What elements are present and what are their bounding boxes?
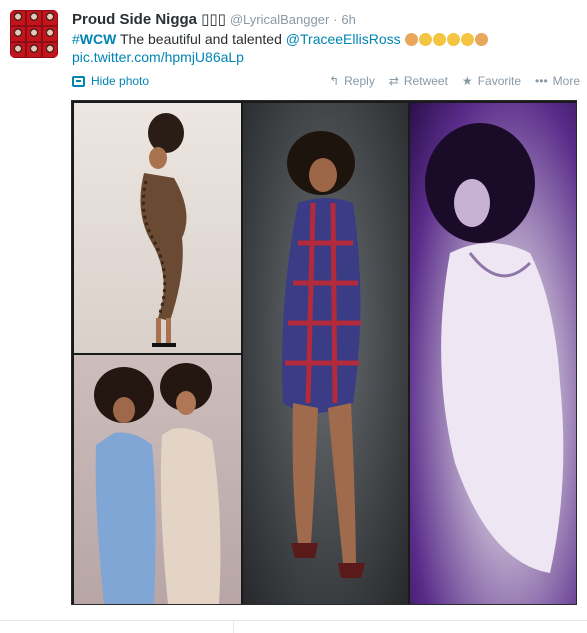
hide-photo-label: Hide photo	[91, 74, 150, 88]
divider-tick	[233, 621, 234, 633]
clap-emoji	[404, 33, 418, 46]
retweet-button[interactable]: ⇄ Retweet	[389, 74, 448, 88]
tweet: Proud Side Nigga ▯▯▯ @LyricalBangger · 6…	[0, 0, 587, 633]
star-icon: ★	[461, 74, 473, 88]
actions-bar: Hide photo ↰ Reply ⇄ Retweet ★ Favorite …	[72, 74, 580, 90]
ok-hand-emoji	[474, 33, 488, 46]
favorite-label: Favorite	[477, 74, 522, 88]
weary-emoji	[418, 33, 432, 46]
smirk-emoji	[446, 33, 460, 46]
reply-button[interactable]: ↰ Reply	[329, 74, 375, 88]
mention-link[interactable]: @TraceeEllisRoss	[286, 31, 401, 47]
tweet-header: Proud Side Nigga ▯▯▯ @LyricalBangger · 6…	[72, 10, 356, 28]
retweet-label: Retweet	[403, 74, 448, 88]
tweet-photo[interactable]	[71, 100, 577, 605]
emoji-row	[404, 33, 488, 46]
time-separator: ·	[333, 12, 338, 27]
tweet-text: #WCW The beautiful and talented @TraceeE…	[72, 30, 572, 66]
hashtag-wcw[interactable]: #WCW	[72, 31, 116, 47]
photo-panel-plaid-dress	[243, 103, 408, 604]
tweet-body: The beautiful and talented	[116, 31, 286, 47]
favorite-button[interactable]: ★ Favorite	[462, 74, 521, 88]
photo-panel-purple-portrait	[410, 103, 576, 604]
retweet-icon: ⇄	[388, 74, 399, 88]
reply-label: Reply	[344, 74, 375, 88]
photo-panel-two-women	[74, 355, 241, 604]
pic-link[interactable]: pic.twitter.com/hpmjU86aLp	[72, 49, 244, 65]
heart-eyes-emoji	[460, 33, 474, 46]
more-button[interactable]: ••• More	[535, 74, 580, 88]
hide-photo-button[interactable]: Hide photo	[72, 74, 149, 88]
reply-icon: ↰	[329, 74, 340, 88]
tweet-actions: ↰ Reply ⇄ Retweet ★ Favorite ••• More	[329, 74, 580, 88]
kiss-emoji	[432, 33, 446, 46]
timestamp[interactable]: 6h	[341, 12, 355, 27]
more-label: More	[552, 74, 580, 88]
avatar[interactable]	[10, 10, 58, 58]
tweet-divider	[0, 620, 587, 621]
photo-panel-leopard-dress	[74, 103, 241, 353]
display-name[interactable]: Proud Side Nigga ▯▯▯	[72, 11, 226, 28]
ellipsis-icon: •••	[535, 74, 548, 88]
user-handle[interactable]: @LyricalBangger	[230, 12, 329, 27]
photo-icon	[72, 75, 85, 87]
